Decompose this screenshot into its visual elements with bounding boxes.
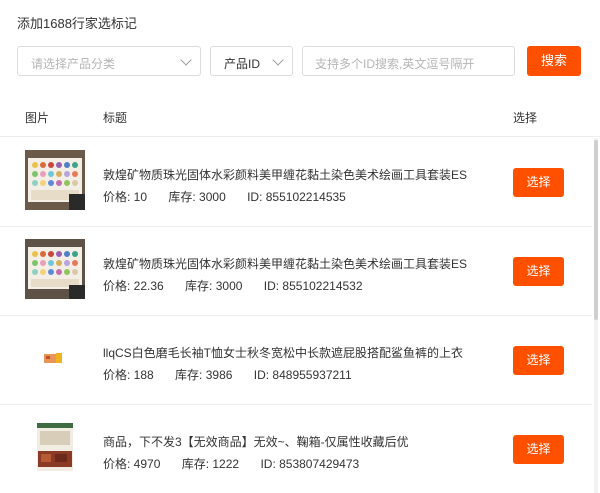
product-id: ID: 855102214535 bbox=[247, 190, 346, 204]
table-header: 图片 标题 选择 bbox=[0, 99, 600, 137]
id-type-value: 产品ID bbox=[224, 57, 261, 71]
list-scrollbar[interactable] bbox=[594, 138, 598, 493]
chevron-down-icon bbox=[272, 54, 284, 66]
product-list: 敦煌矿物质珠光固体水彩颜料美甲缠花黏土染色美术绘画工具套装ES 价格: 10 库… bbox=[0, 138, 592, 493]
product-meta: 价格: 188 库存: 3986 ID: 848955937211 bbox=[103, 366, 370, 383]
product-id: ID: 853807429473 bbox=[260, 457, 360, 471]
product-price: 价格: 22.36 bbox=[103, 279, 164, 293]
select-button[interactable]: 选择 bbox=[513, 257, 564, 286]
watercolor-set-thumbnail bbox=[25, 239, 85, 299]
product-title: 敦煌矿物质珠光固体水彩颜料美甲缠花黏土染色美术绘画工具套装ES bbox=[103, 168, 468, 182]
category-select[interactable]: 请选择产品分类 bbox=[17, 46, 201, 76]
product-title: 商品，下不发3【无效商品】无效~、鞠箱-仅属性收藏后优 bbox=[103, 435, 409, 449]
product-price: 价格: 10 bbox=[103, 190, 148, 204]
scrollbar-thumb[interactable] bbox=[594, 140, 598, 320]
product-stock: 库存: 3000 bbox=[185, 279, 243, 293]
product-id: ID: 855102214532 bbox=[263, 279, 363, 293]
header-title: 标题 bbox=[103, 111, 128, 125]
product-box-thumbnail bbox=[25, 417, 85, 477]
product-stock: 库存: 1222 bbox=[181, 457, 240, 471]
table-row: 敦煌矿物质珠光固体水彩颜料美甲缠花黏土染色美术绘画工具套装ES 价格: 22.3… bbox=[0, 227, 592, 316]
product-stock: 库存: 3000 bbox=[168, 190, 226, 204]
product-title: 敦煌矿物质珠光固体水彩颜料美甲缠花黏土染色美术绘画工具套装ES bbox=[103, 257, 468, 271]
table-row: 敦煌矿物质珠光固体水彩颜料美甲缠花黏土染色美术绘画工具套装ES 价格: 10 库… bbox=[0, 138, 592, 227]
search-placeholder: 支持多个ID搜索,英文逗号隔开 bbox=[315, 57, 475, 71]
header-action: 选择 bbox=[513, 111, 538, 125]
product-price: 价格: 4970 bbox=[103, 457, 161, 471]
product-meta: 价格: 4970 库存: 1222 ID: 853807429473 bbox=[103, 455, 377, 472]
page-title: 添加1688行家选标记 bbox=[17, 16, 137, 31]
product-price: 价格: 188 bbox=[103, 368, 154, 382]
header-image: 图片 bbox=[25, 111, 50, 125]
product-title: llqCS白色磨毛长袖T恤女士秋冬宽松中长款遮屁股搭配鲨鱼裤的上衣 bbox=[103, 346, 464, 360]
chevron-down-icon bbox=[180, 54, 192, 66]
search-button[interactable]: 搜索 bbox=[527, 46, 581, 76]
small-product-thumbnail bbox=[25, 328, 85, 388]
search-input[interactable]: 支持多个ID搜索,英文逗号隔开 bbox=[302, 46, 515, 76]
product-meta: 价格: 22.36 库存: 3000 ID: 855102214532 bbox=[103, 277, 381, 294]
product-id: ID: 848955937211 bbox=[253, 368, 352, 382]
table-row: llqCS白色磨毛长袖T恤女士秋冬宽松中长款遮屁股搭配鲨鱼裤的上衣 价格: 18… bbox=[0, 316, 592, 405]
select-button[interactable]: 选择 bbox=[513, 346, 564, 375]
product-stock: 库存: 3986 bbox=[175, 368, 233, 382]
select-button[interactable]: 选择 bbox=[513, 168, 564, 197]
category-placeholder: 请选择产品分类 bbox=[31, 57, 116, 71]
select-button[interactable]: 选择 bbox=[513, 435, 564, 464]
table-row: 商品，下不发3【无效商品】无效~、鞠箱-仅属性收藏后优 价格: 4970 库存:… bbox=[0, 405, 592, 493]
id-type-select[interactable]: 产品ID bbox=[210, 46, 293, 76]
watercolor-set-thumbnail bbox=[25, 150, 85, 210]
product-meta: 价格: 10 库存: 3000 ID: 855102214535 bbox=[103, 188, 364, 205]
